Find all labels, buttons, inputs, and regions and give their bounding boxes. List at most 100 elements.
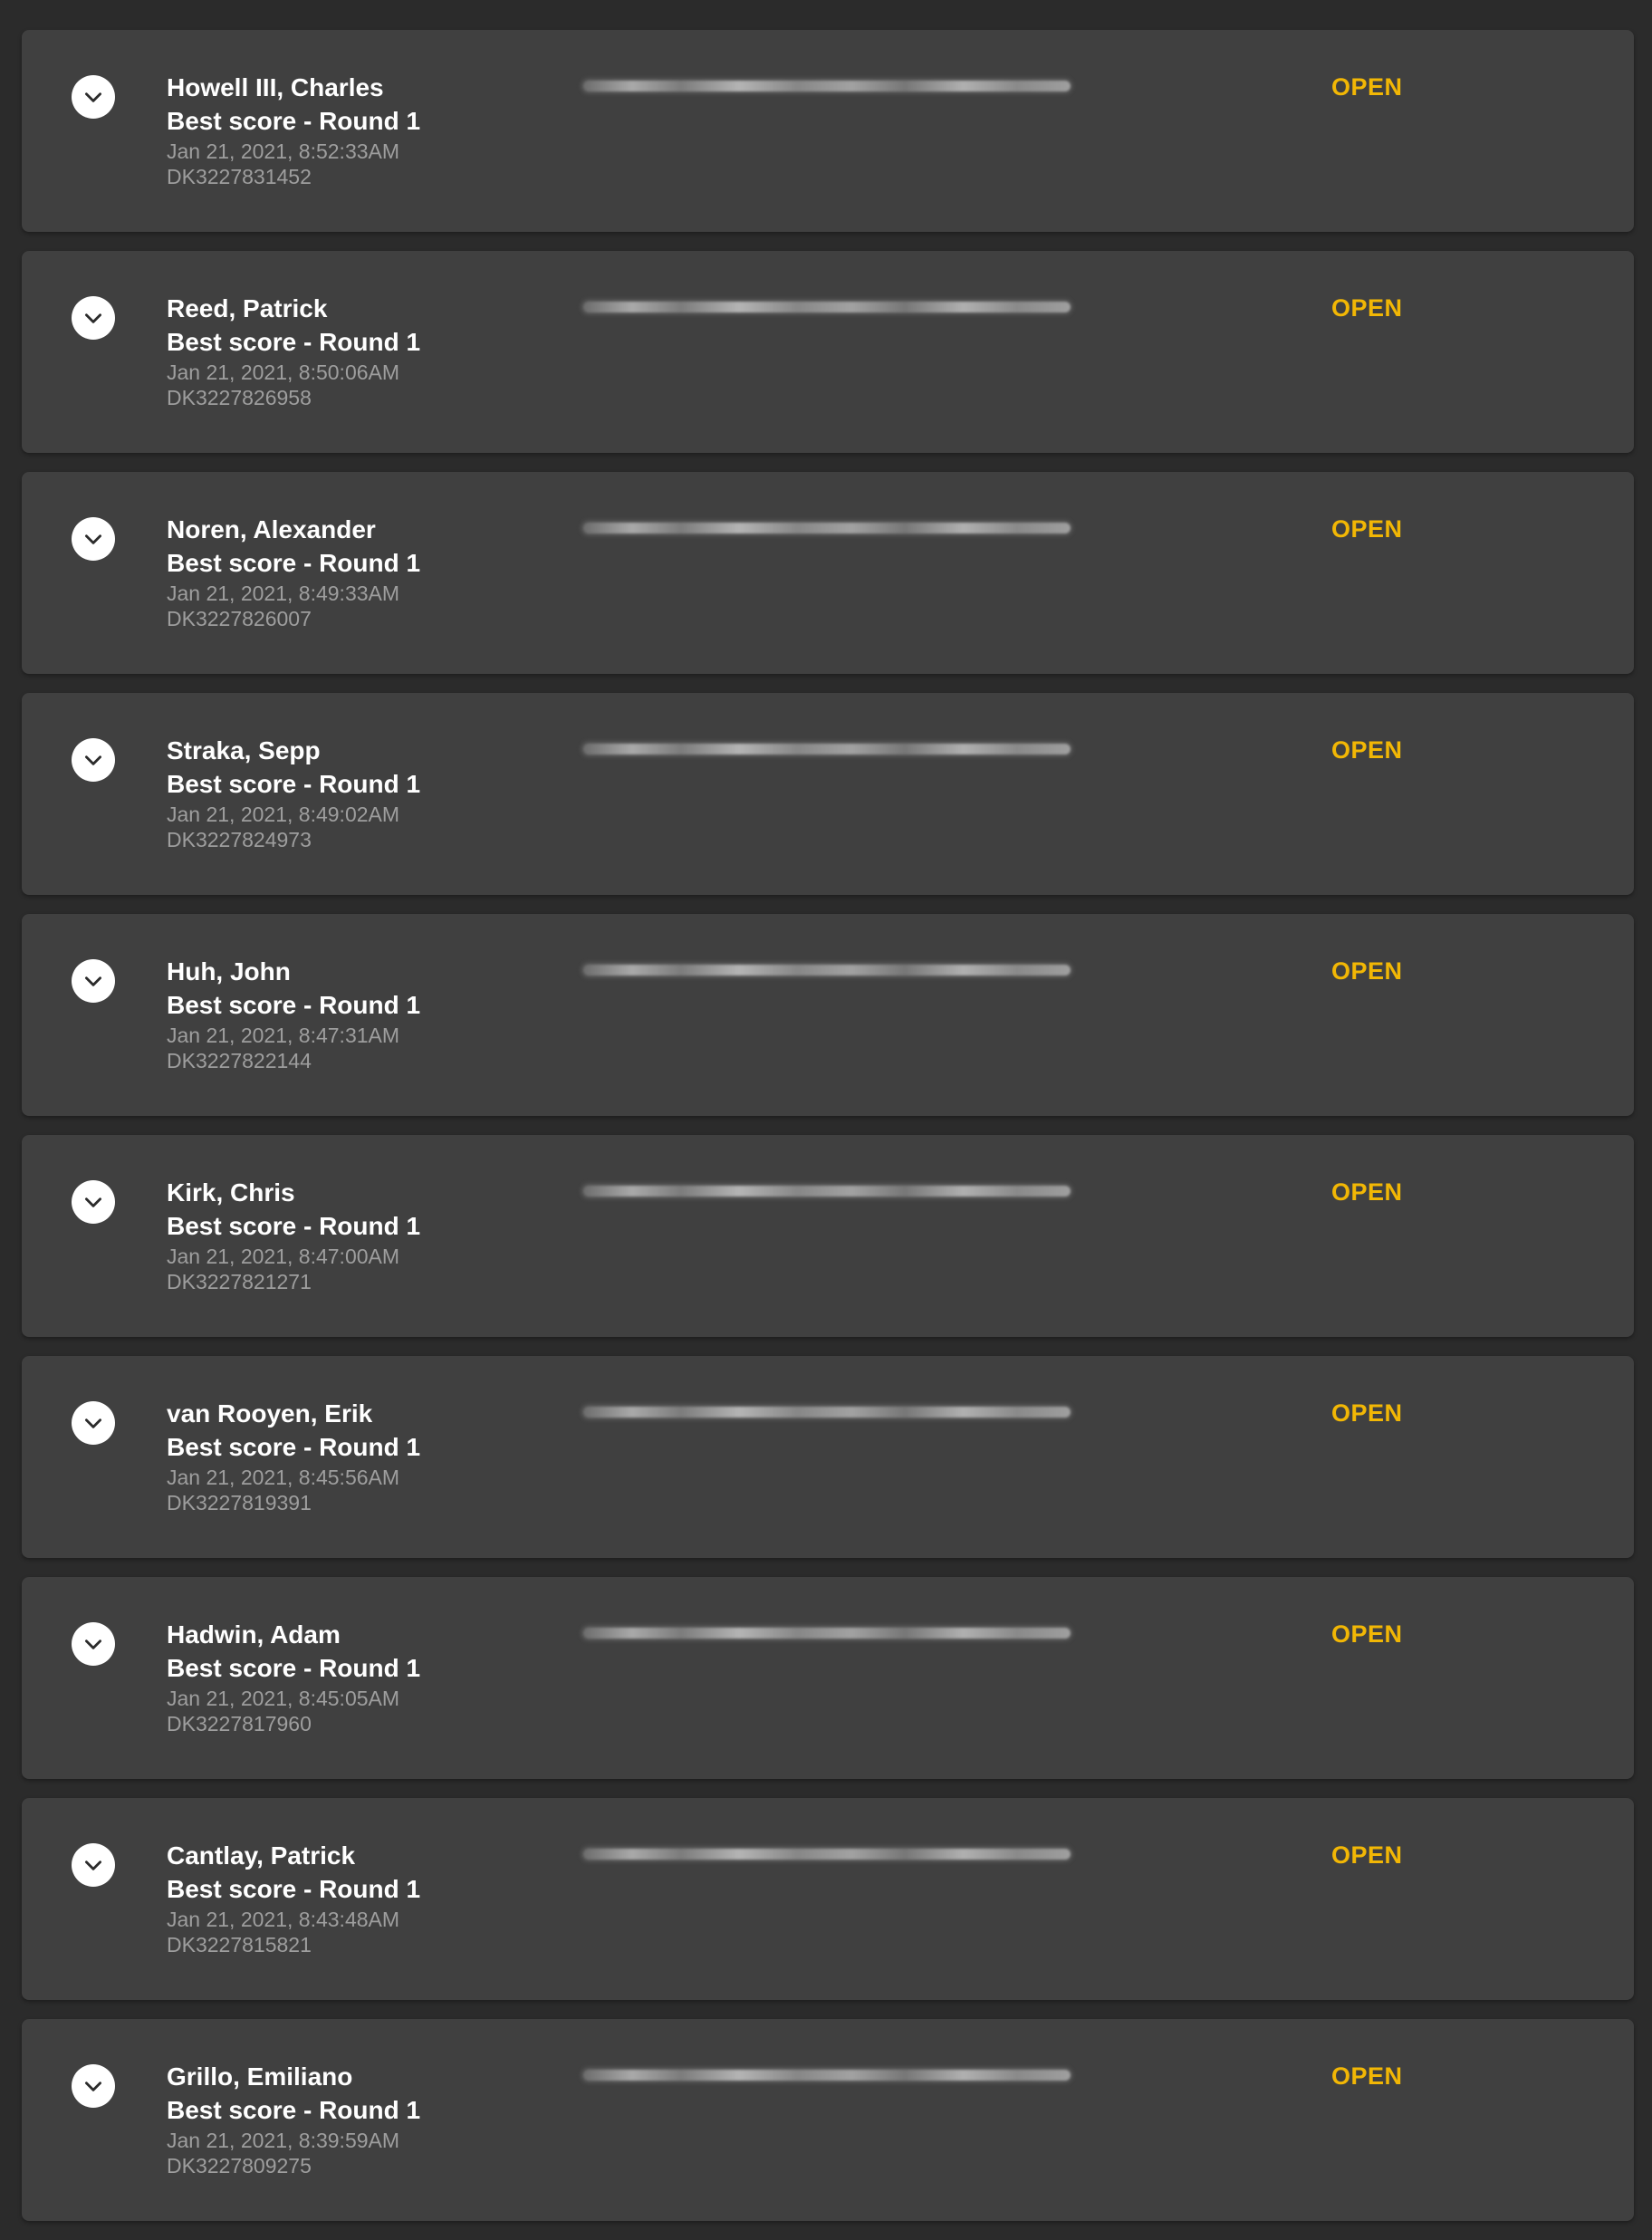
player-name: Howell III, Charles [167, 73, 384, 101]
redacted-details [583, 744, 1071, 755]
bet-timestamp: Jan 21, 2021, 8:43:48AM [167, 1908, 400, 1931]
bet-id: DK3227817960 [167, 1712, 312, 1735]
redacted-details [583, 302, 1071, 312]
bet-id: DK3227809275 [167, 2154, 312, 2178]
expand-button[interactable] [72, 75, 115, 119]
bet-id: DK3227815821 [167, 1933, 312, 1956]
chevron-down-icon [85, 755, 101, 765]
expand-button[interactable] [72, 517, 115, 561]
bet-id: DK3227822144 [167, 1049, 312, 1072]
bet-timestamp: Jan 21, 2021, 8:50:06AM [167, 361, 400, 384]
bet-info: van Rooyen, Erik Best score - Round 1 Ja… [167, 1397, 420, 1515]
bet-type: Best score - Round 1 [167, 328, 421, 356]
player-name: Hadwin, Adam [167, 1620, 341, 1649]
bet-info: Hadwin, Adam Best score - Round 1 Jan 21… [167, 1618, 420, 1736]
status-badge: OPEN [1331, 1841, 1403, 1869]
chevron-down-icon [85, 313, 101, 323]
bet-type: Best score - Round 1 [167, 770, 421, 798]
bet-card[interactable]: Cantlay, Patrick Best score - Round 1 Ja… [22, 1798, 1634, 2000]
status-badge: OPEN [1331, 957, 1403, 985]
bet-info: Reed, Patrick Best score - Round 1 Jan 2… [167, 292, 420, 410]
player-name: Huh, John [167, 957, 291, 985]
bet-card[interactable]: Howell III, Charles Best score - Round 1… [22, 30, 1634, 232]
redacted-details [583, 2070, 1071, 2081]
bet-card[interactable]: Straka, Sepp Best score - Round 1 Jan 21… [22, 693, 1634, 895]
bet-type: Best score - Round 1 [167, 549, 421, 577]
status-badge: OPEN [1331, 1399, 1403, 1427]
redacted-details [583, 965, 1071, 976]
bet-card[interactable]: van Rooyen, Erik Best score - Round 1 Ja… [22, 1356, 1634, 1558]
chevron-down-icon [85, 2081, 101, 2091]
bet-timestamp: Jan 21, 2021, 8:47:31AM [167, 1024, 400, 1047]
player-name: Cantlay, Patrick [167, 1841, 356, 1870]
bet-timestamp: Jan 21, 2021, 8:49:33AM [167, 582, 400, 605]
bet-card[interactable]: Reed, Patrick Best score - Round 1 Jan 2… [22, 251, 1634, 453]
player-name: Straka, Sepp [167, 736, 321, 764]
bet-timestamp: Jan 21, 2021, 8:39:59AM [167, 2129, 400, 2152]
bet-id: DK3227819391 [167, 1491, 312, 1514]
chevron-down-icon [85, 92, 101, 102]
chevron-down-icon [85, 1197, 101, 1207]
redacted-details [583, 1849, 1071, 1860]
bet-info: Noren, Alexander Best score - Round 1 Ja… [167, 513, 420, 631]
bet-type: Best score - Round 1 [167, 1433, 421, 1461]
bet-type: Best score - Round 1 [167, 1212, 421, 1240]
bet-info: Kirk, Chris Best score - Round 1 Jan 21,… [167, 1176, 420, 1294]
redacted-details [583, 1186, 1071, 1197]
bet-timestamp: Jan 21, 2021, 8:52:33AM [167, 139, 400, 163]
status-badge: OPEN [1331, 1620, 1403, 1648]
status-badge: OPEN [1331, 1178, 1403, 1206]
bet-timestamp: Jan 21, 2021, 8:45:05AM [167, 1687, 400, 1710]
chevron-down-icon [85, 1860, 101, 1870]
bet-type: Best score - Round 1 [167, 1875, 421, 1903]
bet-timestamp: Jan 21, 2021, 8:49:02AM [167, 803, 400, 826]
bet-timestamp: Jan 21, 2021, 8:47:00AM [167, 1245, 400, 1268]
status-badge: OPEN [1331, 73, 1403, 101]
bet-type: Best score - Round 1 [167, 991, 421, 1019]
bet-timestamp: Jan 21, 2021, 8:45:56AM [167, 1466, 400, 1489]
bet-id: DK3227826007 [167, 607, 312, 630]
bet-list: Howell III, Charles Best score - Round 1… [22, 30, 1634, 2240]
redacted-details [583, 81, 1071, 91]
redacted-details [583, 523, 1071, 534]
bet-type: Best score - Round 1 [167, 1654, 421, 1682]
chevron-down-icon [85, 976, 101, 986]
expand-button[interactable] [72, 1843, 115, 1887]
expand-button[interactable] [72, 1401, 115, 1445]
bet-id: DK3227824973 [167, 828, 312, 851]
bet-info: Howell III, Charles Best score - Round 1… [167, 71, 420, 189]
chevron-down-icon [85, 1639, 101, 1649]
bet-card[interactable]: Hadwin, Adam Best score - Round 1 Jan 21… [22, 1577, 1634, 1779]
status-badge: OPEN [1331, 2062, 1403, 2090]
bet-info: Cantlay, Patrick Best score - Round 1 Ja… [167, 1839, 420, 1957]
player-name: van Rooyen, Erik [167, 1399, 373, 1428]
expand-button[interactable] [72, 1180, 115, 1224]
status-badge: OPEN [1331, 515, 1403, 543]
expand-button[interactable] [72, 296, 115, 340]
status-badge: OPEN [1331, 736, 1403, 764]
bet-card[interactable]: Noren, Alexander Best score - Round 1 Ja… [22, 472, 1634, 674]
player-name: Noren, Alexander [167, 515, 376, 543]
bet-type: Best score - Round 1 [167, 2096, 421, 2124]
expand-button[interactable] [72, 1622, 115, 1666]
player-name: Kirk, Chris [167, 1178, 295, 1207]
bet-type: Best score - Round 1 [167, 107, 421, 135]
expand-button[interactable] [72, 738, 115, 782]
bet-card[interactable]: Kirk, Chris Best score - Round 1 Jan 21,… [22, 1135, 1634, 1337]
bet-info: Grillo, Emiliano Best score - Round 1 Ja… [167, 2060, 420, 2178]
redacted-details [583, 1628, 1071, 1639]
expand-button[interactable] [72, 2064, 115, 2108]
bet-id: DK3227831452 [167, 165, 312, 188]
bet-card[interactable]: Huh, John Best score - Round 1 Jan 21, 2… [22, 914, 1634, 1116]
chevron-down-icon [85, 1418, 101, 1428]
player-name: Grillo, Emiliano [167, 2062, 353, 2091]
bet-info: Huh, John Best score - Round 1 Jan 21, 2… [167, 955, 420, 1073]
redacted-details [583, 1407, 1071, 1418]
bet-id: DK3227821271 [167, 1270, 312, 1293]
bet-id: DK3227826958 [167, 386, 312, 409]
chevron-down-icon [85, 534, 101, 544]
expand-button[interactable] [72, 959, 115, 1003]
bet-card[interactable]: Grillo, Emiliano Best score - Round 1 Ja… [22, 2019, 1634, 2221]
status-badge: OPEN [1331, 294, 1403, 322]
player-name: Reed, Patrick [167, 294, 328, 322]
